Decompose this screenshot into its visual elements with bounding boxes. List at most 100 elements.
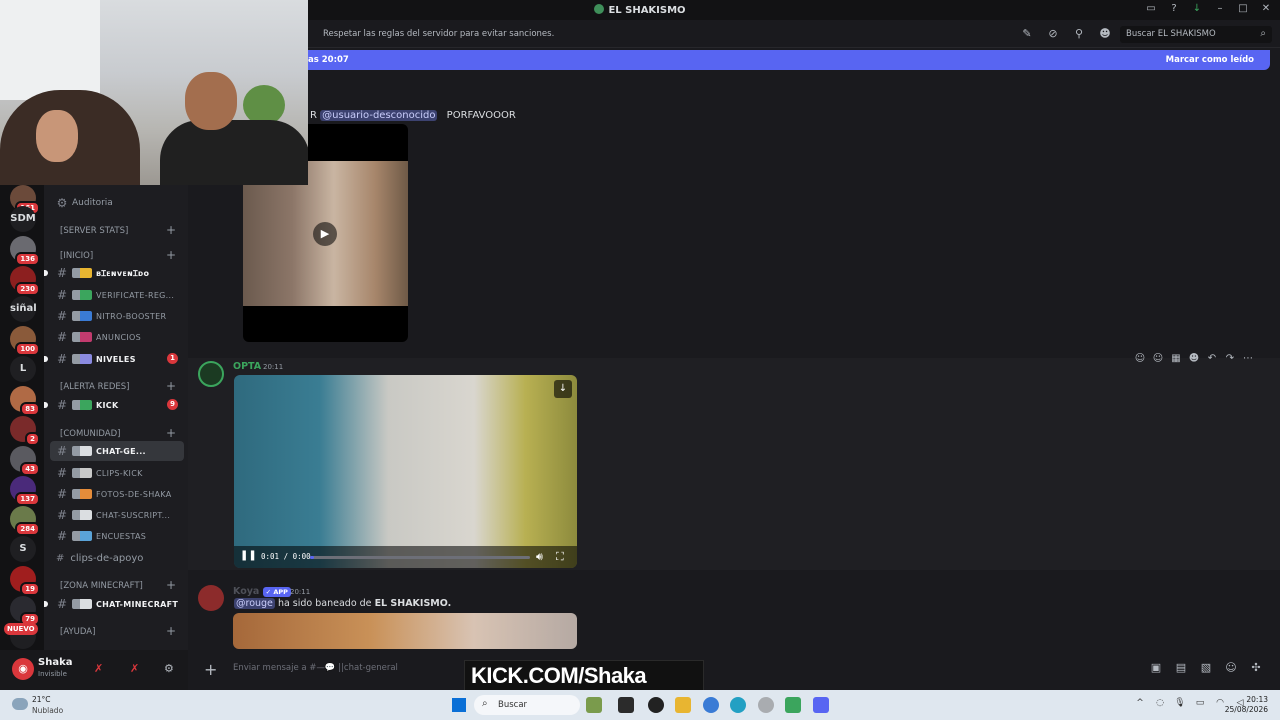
- maximize-icon[interactable]: □: [1237, 3, 1249, 15]
- add-channel-icon[interactable]: +: [166, 248, 176, 262]
- reaction-laugh-icon[interactable]: ☺: [1134, 353, 1146, 365]
- server-icon[interactable]: 230: [10, 266, 40, 296]
- category-server-stats[interactable]: [SERVER STATS]: [60, 226, 128, 236]
- app-icon[interactable]: [758, 697, 774, 713]
- more-icon[interactable]: ⋯: [1242, 353, 1254, 365]
- channel-item[interactable]: # chat-ge...: [50, 441, 184, 461]
- video-player[interactable]: ↓ ❚❚ 0:01 / 0:00 🔊︎ ⛶: [234, 375, 577, 568]
- pin-icon[interactable]: ⚲: [1072, 27, 1086, 41]
- avatar[interactable]: ◉: [12, 658, 34, 680]
- video-progress[interactable]: [310, 556, 530, 559]
- server-icon[interactable]: NUEVO: [4, 623, 38, 649]
- channel-auditoria[interactable]: ⚙ Auditoria: [44, 193, 188, 213]
- server-icon[interactable]: siñal: [10, 296, 37, 322]
- channel-item[interactable]: # anuncios: [44, 327, 188, 347]
- pause-icon[interactable]: ❚❚: [240, 550, 257, 561]
- channel-item[interactable]: # nitro-booster: [44, 306, 188, 326]
- search-input[interactable]: Buscar EL SHAKISMO ⌕: [1120, 26, 1272, 43]
- avatar[interactable]: [198, 361, 224, 387]
- category-comunidad[interactable]: [COMUNIDAD]: [60, 429, 120, 439]
- inbox-icon[interactable]: ▭: [1145, 3, 1157, 15]
- server-icon[interactable]: L: [10, 356, 36, 382]
- sticker-icon[interactable]: ▧: [1200, 661, 1212, 674]
- user-name[interactable]: Shaka: [38, 657, 72, 668]
- server-icon[interactable]: 137: [10, 476, 40, 506]
- threads-icon[interactable]: ✎: [1020, 27, 1034, 41]
- obs-icon[interactable]: [648, 697, 664, 713]
- channel-item[interactable]: # chat-minecraft: [44, 594, 188, 614]
- volume-icon[interactable]: 🔊︎: [536, 550, 543, 564]
- help-icon[interactable]: ?: [1168, 3, 1180, 15]
- add-channel-icon[interactable]: +: [166, 624, 176, 638]
- mute-icon[interactable]: ⊘: [1046, 27, 1060, 41]
- download-icon[interactable]: ↓: [1191, 3, 1203, 15]
- server-icon[interactable]: 136: [10, 236, 40, 266]
- category-zona-minecraft[interactable]: [Zona Minecraft]: [60, 581, 143, 591]
- server-icon[interactable]: 79: [10, 596, 40, 626]
- category-alerta-redes[interactable]: [ALERTA REDES]: [60, 382, 129, 392]
- reply-icon[interactable]: ↶: [1206, 353, 1218, 365]
- edge-icon[interactable]: [730, 697, 746, 713]
- channel-item[interactable]: # niveles 1: [44, 349, 188, 369]
- monitor-icon[interactable]: ▭: [1194, 698, 1206, 710]
- mic-icon[interactable]: 🎙︎: [1174, 698, 1186, 710]
- server-icon[interactable]: SDM: [10, 206, 36, 232]
- image-attachment[interactable]: [233, 613, 577, 649]
- download-icon[interactable]: ↓: [554, 380, 572, 398]
- cloud-icon[interactable]: [12, 698, 28, 710]
- reaction-face-icon[interactable]: ☺: [1152, 353, 1164, 365]
- deafen-icon[interactable]: ✗: [130, 662, 139, 675]
- chrome-icon[interactable]: [703, 697, 719, 713]
- message-author[interactable]: OPTA: [233, 361, 261, 372]
- mention-link[interactable]: @usuario-desconocido: [320, 110, 438, 121]
- server-icon[interactable]: 43: [10, 446, 40, 476]
- server-icon[interactable]: 2: [10, 416, 40, 446]
- emoji-icon[interactable]: ☺: [1225, 661, 1237, 674]
- chevron-up-icon[interactable]: ^: [1134, 698, 1146, 710]
- settings-icon[interactable]: ⚙: [164, 662, 174, 675]
- task-view-icon[interactable]: [618, 697, 634, 713]
- add-channel-icon[interactable]: +: [166, 426, 176, 440]
- network-icon[interactable]: ◌: [1154, 698, 1166, 710]
- mention-link[interactable]: @rouge: [234, 598, 275, 609]
- gift-icon[interactable]: ▣: [1150, 661, 1162, 674]
- server-icon[interactable]: S: [10, 536, 36, 562]
- channel-item[interactable]: # clips-kick: [44, 463, 188, 483]
- attach-icon[interactable]: +: [204, 660, 217, 679]
- add-channel-icon[interactable]: +: [166, 578, 176, 592]
- add-channel-icon[interactable]: +: [166, 223, 176, 237]
- mark-as-read-button[interactable]: Marcar como leído: [1166, 55, 1254, 65]
- channel-item[interactable]: # encuestas: [44, 526, 188, 546]
- category-ayuda[interactable]: [AYUDA]: [60, 627, 95, 637]
- play-icon[interactable]: ▶: [313, 222, 337, 246]
- folder-icon[interactable]: [675, 697, 691, 713]
- minimize-icon[interactable]: –: [1214, 3, 1226, 15]
- taskbar-search[interactable]: ⌕ Buscar: [474, 695, 580, 715]
- reaction-image-icon[interactable]: ▦: [1170, 353, 1182, 365]
- fullscreen-icon[interactable]: ⛶: [556, 550, 564, 564]
- taskbar-clock[interactable]: 20:13 25/08/2026: [1225, 695, 1268, 715]
- members-icon[interactable]: ☻: [1098, 27, 1112, 41]
- channel-item[interactable]: # kick 9: [44, 395, 188, 415]
- server-icon[interactable]: 100: [10, 326, 40, 356]
- channel-clips-de-apoyo[interactable]: # clips-de-apoyo: [56, 553, 143, 564]
- apps-icon[interactable]: ✣: [1250, 661, 1262, 674]
- channel-item[interactable]: # verificate-reg...: [44, 285, 188, 305]
- avatar[interactable]: [198, 585, 224, 611]
- windows-start-icon[interactable]: [452, 698, 466, 712]
- category-inicio[interactable]: [INICIO]: [60, 251, 93, 261]
- discord-icon[interactable]: [813, 697, 829, 713]
- message-input[interactable]: Enviar mensaje a #—💬 ||chat-general: [233, 663, 398, 673]
- notes-icon[interactable]: [785, 697, 801, 713]
- channel-item[interactable]: # chat-suscript...: [44, 505, 188, 525]
- channel-item[interactable]: # fotos-de-shaka: [44, 484, 188, 504]
- channel-item[interactable]: # ʙɪᴇɴᴠᴇɴɪᴅᴏ: [44, 263, 188, 283]
- add-channel-icon[interactable]: +: [166, 379, 176, 393]
- server-icon[interactable]: 284: [10, 506, 40, 536]
- gif-icon[interactable]: ▤: [1175, 661, 1187, 674]
- server-icon[interactable]: 19: [10, 566, 40, 596]
- close-icon[interactable]: ✕: [1260, 3, 1272, 15]
- server-icon[interactable]: 83: [10, 386, 40, 416]
- new-messages-banner[interactable]: as 20:07 Marcar como leído: [298, 50, 1270, 70]
- app-icon[interactable]: [586, 697, 602, 713]
